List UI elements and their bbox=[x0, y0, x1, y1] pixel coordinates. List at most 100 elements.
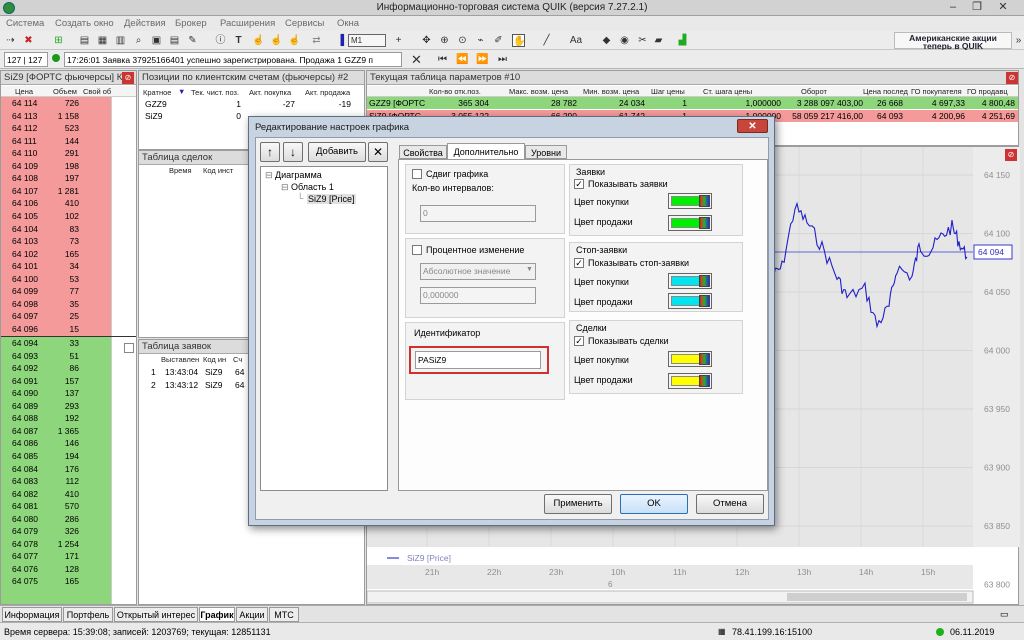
orderbook-row[interactable]: 64 094 33 bbox=[1, 337, 111, 350]
orderbook-row[interactable]: 64 097 25 bbox=[1, 310, 111, 323]
orderbook-row[interactable]: 64 081 570 bbox=[1, 500, 111, 513]
close-icon[interactable]: ✕ bbox=[994, 1, 1012, 14]
orderbook-volume[interactable]: 192 bbox=[49, 413, 79, 423]
orderbook-price[interactable]: 64 093 bbox=[12, 351, 38, 361]
ad-banner[interactable]: Американские акции теперь в QUIK bbox=[894, 32, 1012, 50]
chart-link-icon[interactable]: ⊘ bbox=[1005, 149, 1017, 161]
orderbook-price[interactable]: 64 097 bbox=[12, 311, 38, 321]
line-tool-icon[interactable]: ╱ bbox=[540, 34, 553, 47]
orderbook-volume[interactable]: 171 bbox=[49, 551, 79, 561]
pan-hand-icon[interactable]: ✋ bbox=[512, 34, 525, 47]
orderbook-row[interactable]: 64 103 73 bbox=[1, 235, 111, 248]
orders-buy-color[interactable] bbox=[668, 193, 712, 209]
tab-levels[interactable]: Уровни bbox=[525, 145, 567, 159]
tab-mts[interactable]: МТС bbox=[269, 607, 299, 622]
orderbook-price[interactable]: 64 083 bbox=[12, 476, 38, 486]
orderbook-row[interactable]: 64 076 128 bbox=[1, 563, 111, 576]
maximize-icon[interactable]: ❐ bbox=[968, 1, 986, 14]
tab-properties[interactable]: Свойства bbox=[399, 145, 447, 159]
table-icon[interactable]: ▤ bbox=[78, 34, 91, 47]
orderbook-volume[interactable]: 146 bbox=[49, 438, 79, 448]
orderbook-row[interactable]: 64 093 51 bbox=[1, 350, 111, 363]
orderbook-volume[interactable]: 77 bbox=[49, 286, 79, 296]
orderbook-row[interactable]: 64 108 197 bbox=[1, 172, 111, 185]
orderbook-row[interactable]: 64 102 165 bbox=[1, 248, 111, 261]
move-icon[interactable]: ✥ bbox=[420, 34, 433, 47]
chart-bars-icon[interactable]: ▐ bbox=[334, 34, 347, 47]
shift-checkbox[interactable] bbox=[412, 169, 422, 179]
orderbook-row[interactable]: 64 113 1 158 bbox=[1, 110, 111, 123]
move-up-icon[interactable]: ↑ bbox=[260, 142, 280, 162]
orderbook-row[interactable]: 64 080 286 bbox=[1, 513, 111, 526]
orderbook-price[interactable]: 64 113 bbox=[12, 111, 37, 121]
orderbook-row[interactable]: 64 114 726 bbox=[1, 97, 111, 110]
orderbook-volume[interactable]: 137 bbox=[49, 388, 79, 398]
fill-icon[interactable]: ◆ bbox=[600, 34, 613, 47]
orderbook-row[interactable]: 64 112 523 bbox=[1, 122, 111, 135]
orderbook-volume[interactable]: 286 bbox=[49, 514, 79, 524]
orders-sell-color[interactable] bbox=[668, 215, 712, 231]
connect-icon[interactable]: ⇢ bbox=[4, 34, 17, 47]
new-window-icon[interactable]: ⊞ bbox=[52, 34, 65, 47]
orderbook-price[interactable]: 64 112 bbox=[12, 123, 37, 133]
add-button[interactable]: Добавить bbox=[308, 142, 366, 162]
tree-area[interactable]: Область 1 bbox=[291, 182, 334, 192]
orderbook-row[interactable]: 64 089 293 bbox=[1, 400, 111, 413]
orderbook-row[interactable]: 64 098 35 bbox=[1, 298, 111, 311]
orderbook-row[interactable]: 64 099 77 bbox=[1, 285, 111, 298]
orderbook-link-icon[interactable]: ⊘ bbox=[122, 72, 134, 84]
close-message-icon[interactable]: ✕ bbox=[410, 53, 423, 66]
orderbook-volume[interactable]: 293 bbox=[49, 401, 79, 411]
orderbook-volume[interactable]: 176 bbox=[49, 464, 79, 474]
orderbook-volume[interactable]: 165 bbox=[49, 576, 79, 586]
orderbook-price[interactable]: 64 085 bbox=[12, 451, 38, 461]
orderbook-price[interactable]: 64 094 bbox=[12, 338, 38, 348]
order-2-code[interactable]: SiZ9 bbox=[205, 380, 222, 390]
params-row[interactable]: GZZ9 [ФОРТС 365 304 28 782 24 034 1 1,000000 3… bbox=[367, 97, 1018, 109]
crosshair-icon[interactable]: + bbox=[392, 34, 405, 47]
percent-checkbox[interactable] bbox=[412, 245, 422, 255]
order-1-price[interactable]: 64 bbox=[235, 367, 244, 377]
params-link-icon[interactable]: ⊘ bbox=[1006, 72, 1018, 84]
abs-value-select[interactable]: Абсолютное значение bbox=[420, 263, 536, 280]
orderbook-price[interactable]: 64 099 bbox=[12, 286, 38, 296]
pencil-icon[interactable]: ✐ bbox=[492, 34, 505, 47]
stop-sell-color[interactable] bbox=[668, 293, 712, 309]
orderbook-volume[interactable]: 291 bbox=[49, 148, 79, 158]
last-message-icon[interactable]: ⏭ bbox=[496, 53, 509, 66]
orderbook-price[interactable]: 64 100 bbox=[12, 274, 38, 284]
orderbook-price[interactable]: 64 111 bbox=[12, 136, 37, 146]
identifier-input[interactable]: PASiZ9 bbox=[415, 351, 541, 369]
orderbook-row[interactable]: 64 086 146 bbox=[1, 437, 111, 450]
intervals-input[interactable]: 0 bbox=[420, 205, 536, 222]
orderbook-volume[interactable]: 1 254 bbox=[49, 539, 79, 549]
chart-scroll-thumb[interactable] bbox=[787, 593, 967, 601]
tab-portfolio[interactable]: Портфель bbox=[63, 607, 113, 622]
orders-toggle-checkbox[interactable] bbox=[124, 343, 134, 353]
orderbook-row[interactable]: 64 096 15 bbox=[1, 323, 111, 336]
orderbook-volume[interactable]: 726 bbox=[49, 98, 79, 108]
orderbook-price[interactable]: 64 108 bbox=[12, 173, 38, 183]
orderbook-price[interactable]: 64 105 bbox=[12, 211, 38, 221]
orderbook-price[interactable]: 64 091 bbox=[12, 376, 38, 386]
orderbook-price[interactable]: 64 081 bbox=[12, 501, 38, 511]
transfer-icon[interactable]: ⇄ bbox=[310, 34, 323, 47]
orderbook-volume[interactable]: 570 bbox=[49, 501, 79, 511]
tree-diagram[interactable]: Диаграмма bbox=[275, 170, 322, 180]
orderbook-price[interactable]: 64 088 bbox=[12, 413, 38, 423]
orderbook-row[interactable]: 64 104 83 bbox=[1, 223, 111, 236]
clear-icon[interactable]: ▰ bbox=[652, 34, 665, 47]
show-deals-checkbox[interactable]: ✓ bbox=[574, 336, 584, 346]
orderbook-row[interactable]: 64 106 410 bbox=[1, 197, 111, 210]
menu-create-window[interactable]: Создать окно bbox=[55, 18, 114, 29]
percent-input[interactable]: 0,000000 bbox=[420, 287, 536, 304]
menu-extensions[interactable]: Расширения bbox=[220, 18, 275, 29]
orderbook-row[interactable]: 64 078 1 254 bbox=[1, 538, 111, 551]
orderbook-row[interactable]: 64 101 34 bbox=[1, 260, 111, 273]
tree-toggle-icon[interactable]: ⊟ bbox=[265, 170, 273, 181]
orderbook-volume[interactable]: 523 bbox=[49, 123, 79, 133]
orderbook-row[interactable]: 64 088 192 bbox=[1, 412, 111, 425]
ok-button[interactable]: OK bbox=[620, 494, 688, 514]
orderbook-volume[interactable]: 410 bbox=[49, 489, 79, 499]
zoom-in-icon[interactable]: ⊙ bbox=[456, 34, 469, 47]
